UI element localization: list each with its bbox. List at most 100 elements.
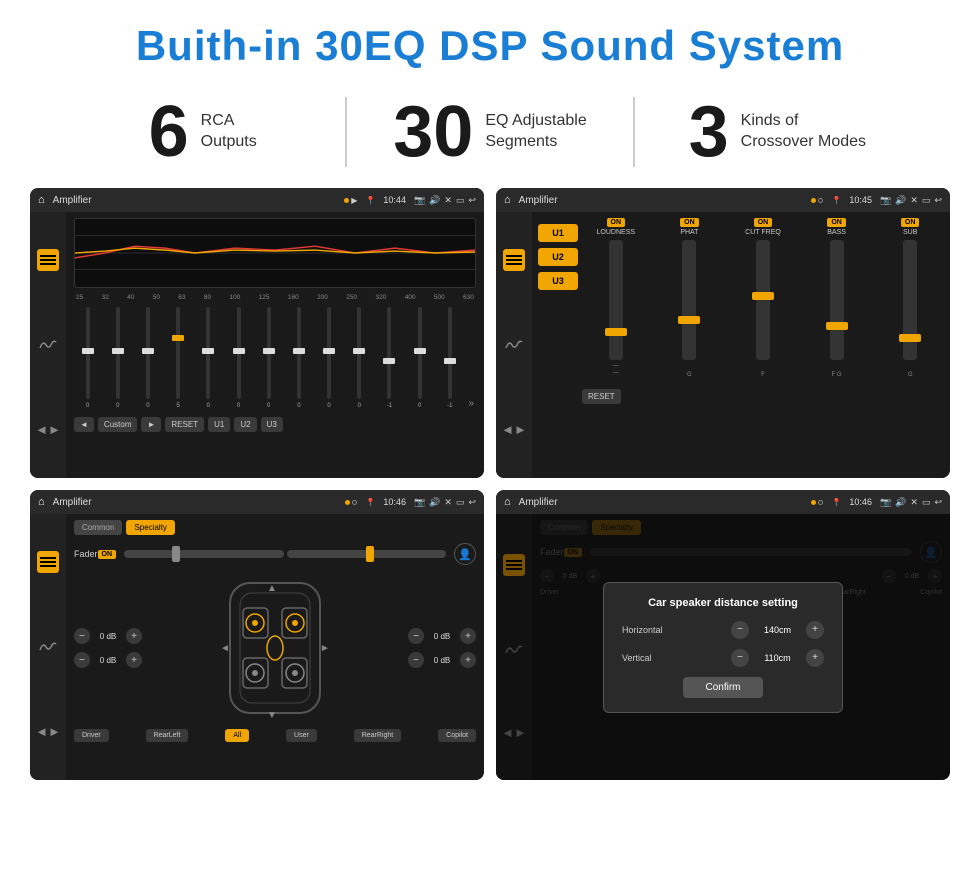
btn-rearright[interactable]: RearRight [354,729,402,742]
topbar3-gps: 📍 [365,498,375,507]
fader-h-sliders [124,550,446,558]
eq-custom-btn[interactable]: Custom [98,417,138,432]
eq-slider-11[interactable]: 0 [406,307,433,409]
btn-user[interactable]: User [286,729,317,742]
ch-loudness-label: LOUDNESS [597,229,636,236]
vertical-control: − 110cm + [731,649,824,667]
eq-prev-btn[interactable]: ◄ [74,417,94,432]
minimize-icon: ▭ [456,195,465,206]
fader-slider-h2[interactable] [287,550,447,558]
freq-100: 100 [229,294,240,301]
u3-btn[interactable]: U3 [538,272,578,290]
eq-slider-1[interactable]: 0 [104,307,131,409]
topbar3-time: 10:46 [383,497,406,507]
eq-sidebar-icon2[interactable] [37,334,59,356]
db-minus-bl[interactable]: − [74,652,90,668]
db-group-br: − 0 dB + [408,652,476,668]
eq-slider-6[interactable]: 0 [255,307,282,409]
db-group-bl: − 0 dB + [74,652,142,668]
fader-user-icon[interactable]: 👤 [454,543,476,565]
vertical-label: Vertical [622,653,652,663]
ch-loudness-on[interactable]: ON [607,218,626,227]
fader-sidebar-icon1[interactable] [37,551,59,573]
u2-btn[interactable]: U2 [538,248,578,266]
amp2-sidebar-icon2[interactable] [503,334,525,356]
topbar4-title: Amplifier [519,497,804,508]
db-plus-tl[interactable]: + [126,628,142,644]
eq-slider-3[interactable]: 5 [165,307,192,409]
fader-header: Fader ON 👤 [74,543,476,565]
horizontal-plus[interactable]: + [806,621,824,639]
ch-phat-on[interactable]: ON [680,218,699,227]
ch-cutfreq-on[interactable]: ON [754,218,773,227]
eq-u1-btn[interactable]: U1 [208,417,230,432]
eq-slider-12[interactable]: -1 [436,307,463,409]
eq-slider-4[interactable]: 0 [195,307,222,409]
eq-u2-btn[interactable]: U2 [234,417,256,432]
eq-slider-7[interactable]: 0 [285,307,312,409]
svg-text:◄: ◄ [220,643,230,654]
stat-item-eq: 30 EQ Adjustable Segments [347,96,632,168]
eq-slider-10[interactable]: -1 [376,307,403,409]
eq-sidebar-icon3[interactable]: ◄► [37,419,59,441]
fader-slider-h1[interactable] [124,550,284,558]
screen1-topbar: ⌂ Amplifier ▶ 📍 10:44 📷 🔊 ✕ ▭ ↩ [30,188,484,212]
btn-rearleft[interactable]: RearLeft [146,729,189,742]
eq-slider-0[interactable]: 0 [74,307,101,409]
x2-icon: ✕ [910,195,918,206]
eq-slider-5[interactable]: 0 [225,307,252,409]
db-plus-br[interactable]: + [460,652,476,668]
horizontal-minus[interactable]: − [731,621,749,639]
btn-copilot[interactable]: Copilot [438,729,476,742]
topbar1-dots: ▶ [344,196,357,205]
freq-63: 63 [178,294,185,301]
fader-sidebar-icon3[interactable]: ◄► [37,721,59,743]
btn-all[interactable]: All [225,729,249,742]
topbar2-gps-icon: 📍 [831,196,841,205]
fader-bottom: Driver RearLeft All User RearRight Copil… [74,729,476,742]
tab-common[interactable]: Common [74,520,122,535]
freq-32: 32 [102,294,109,301]
topbar3-home-icon: ⌂ [38,496,45,508]
dialog-vertical-row: Vertical − 110cm + [622,649,824,667]
amp2-reset-area: RESET [582,385,944,404]
btn-driver[interactable]: Driver [74,729,109,742]
eq-reset-btn[interactable]: RESET [165,417,204,432]
eq-sidebar-icon1[interactable] [37,249,59,271]
db-minus-tl[interactable]: − [74,628,90,644]
confirm-btn[interactable]: Confirm [683,677,763,698]
fader-sidebar-icon2[interactable] [37,636,59,658]
back-icon: ↩ [468,195,476,206]
u1-btn[interactable]: U1 [538,224,578,242]
db-plus-tr[interactable]: + [460,628,476,644]
ch-bass: ON BASS F G [803,218,871,381]
vertical-plus[interactable]: + [806,649,824,667]
db-minus-tr[interactable]: − [408,628,424,644]
ch-sub-label: SUB [903,229,917,236]
db-minus-br[interactable]: − [408,652,424,668]
freq-500: 500 [434,294,445,301]
topbar3-dots [345,500,357,505]
ch-bass-on[interactable]: ON [827,218,846,227]
topbar4-gps: 📍 [831,498,841,507]
amp2-sidebar-icon1[interactable] [503,249,525,271]
freq-40: 40 [127,294,134,301]
db-plus-bl[interactable]: + [126,652,142,668]
ch-sub-on[interactable]: ON [901,218,920,227]
vertical-minus[interactable]: − [731,649,749,667]
freq-125: 125 [259,294,270,301]
eq-slider-9[interactable]: 0 [346,307,373,409]
tab-specialty[interactable]: Specialty [126,520,174,535]
fader-on-badge[interactable]: ON [98,550,117,559]
amp2-sidebar-icon3[interactable]: ◄► [503,419,525,441]
eq-slider-2[interactable]: 0 [134,307,161,409]
eq-u3-btn[interactable]: U3 [261,417,283,432]
eq-expand-icon[interactable]: » [466,398,476,409]
screen-fader: ⌂ Amplifier 📍 10:46 📷🔊✕▭↩ [30,490,484,780]
u-buttons: U1 U2 U3 [538,218,578,472]
topbar3-title: Amplifier [53,497,338,508]
eq-slider-8[interactable]: 0 [316,307,343,409]
amp2-reset-btn[interactable]: RESET [582,389,621,404]
eq-play-btn[interactable]: ► [141,417,161,432]
volume-icon: 🔊 [429,195,440,206]
